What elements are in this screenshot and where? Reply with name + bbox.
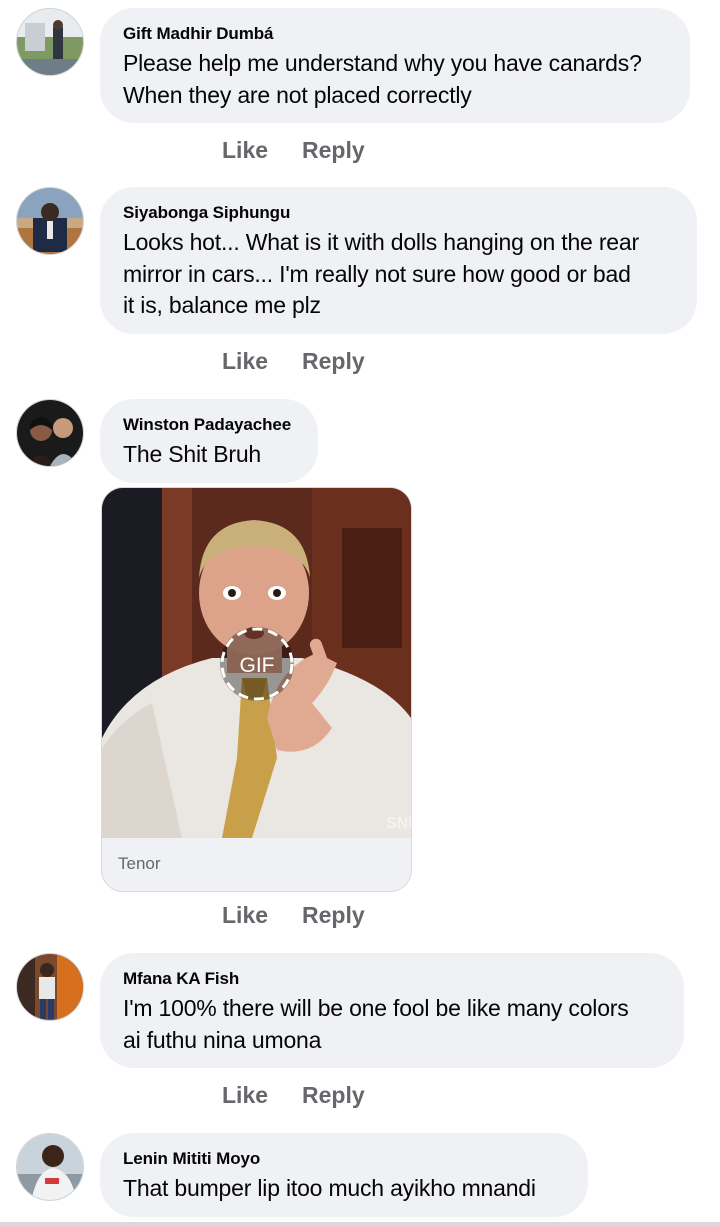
- comment-text: The Shit Bruh: [123, 441, 262, 467]
- comment-text: That bumper lip itoo much ayikho mnandi: [123, 1175, 536, 1201]
- comment-actions: Like Reply: [222, 1082, 365, 1109]
- comment-bubble: Mfana KA Fish I'm 100% there will be one…: [100, 953, 684, 1068]
- comment-author[interactable]: Siyabonga Siphungu: [123, 203, 673, 223]
- like-button[interactable]: Like: [222, 902, 268, 928]
- comment-text: I'm 100% there will be one fool be like …: [123, 995, 629, 1053]
- avatar[interactable]: [16, 953, 84, 1021]
- avatar[interactable]: [16, 187, 84, 255]
- avatar[interactable]: [16, 399, 84, 467]
- comment-author[interactable]: Mfana KA Fish: [123, 969, 660, 989]
- comment-actions: Like Reply: [222, 137, 365, 164]
- reply-button[interactable]: Reply: [302, 137, 365, 163]
- comment-actions: Like Reply: [222, 348, 365, 375]
- comment-bubble: Gift Madhir Dumbá Please help me underst…: [100, 8, 690, 123]
- comment-author[interactable]: Winston Padayachee: [123, 415, 294, 435]
- reply-button[interactable]: Reply: [302, 1082, 365, 1108]
- comment-bubble: Winston Padayachee The Shit Bruh: [100, 399, 318, 483]
- avatar[interactable]: [16, 8, 84, 76]
- reply-button[interactable]: Reply: [302, 902, 365, 928]
- comment-actions: Like Reply: [222, 902, 365, 929]
- reply-button[interactable]: Reply: [302, 348, 365, 374]
- comment-author[interactable]: Lenin Mititi Moyo: [123, 1149, 564, 1169]
- gif-attachment[interactable]: SNL GIF Tenor: [101, 487, 412, 892]
- comment-text: Please help me understand why you have c…: [123, 50, 642, 108]
- divider: [0, 1222, 720, 1226]
- comment-text: Looks hot... What is it with dolls hangi…: [123, 229, 639, 318]
- comment-bubble: Siyabonga Siphungu Looks hot... What is …: [100, 187, 697, 334]
- comment-bubble: Lenin Mititi Moyo That bumper lip itoo m…: [100, 1133, 588, 1217]
- like-button[interactable]: Like: [222, 348, 268, 374]
- comment-author[interactable]: Gift Madhir Dumbá: [123, 24, 666, 44]
- like-button[interactable]: Like: [222, 137, 268, 163]
- gif-provider[interactable]: Tenor: [118, 854, 161, 874]
- gif-watermark: SNL: [386, 815, 411, 832]
- avatar[interactable]: [16, 1133, 84, 1201]
- gif-badge: GIF: [240, 654, 275, 677]
- gif-image[interactable]: SNL GIF: [102, 488, 411, 838]
- like-button[interactable]: Like: [222, 1082, 268, 1108]
